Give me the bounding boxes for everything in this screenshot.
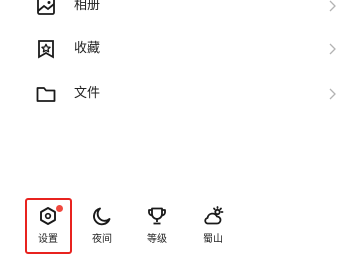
weather-label: 蜀山 — [203, 234, 223, 245]
menu-item-label: 文件 — [74, 86, 101, 101]
menu-item-files[interactable]: 文件 — [0, 76, 361, 112]
menu-item-label: 相册 — [74, 0, 101, 13]
weather-cloud-sun-icon — [202, 205, 224, 227]
night-mode-button[interactable]: 夜间 — [77, 196, 127, 254]
chevron-right-icon — [327, 87, 337, 101]
settings-page: 相册 收藏 文件 设置 夜间 等级 蜀山 — [0, 0, 361, 267]
chevron-right-icon — [327, 0, 337, 13]
trophy-icon — [146, 205, 168, 227]
settings-highlight-frame — [25, 198, 72, 254]
moon-icon — [91, 205, 113, 227]
weather-button[interactable]: 蜀山 — [188, 196, 238, 254]
notification-badge-dot — [56, 205, 63, 212]
chevron-right-icon — [327, 42, 337, 56]
menu-item-label: 收藏 — [74, 41, 101, 56]
menu-item-favorites[interactable]: 收藏 — [0, 31, 361, 67]
menu-item-album[interactable]: 相册 — [0, 0, 361, 24]
night-mode-label: 夜间 — [92, 234, 112, 245]
album-icon — [35, 0, 57, 17]
level-button[interactable]: 等级 — [132, 196, 182, 254]
favorites-star-icon — [35, 38, 57, 60]
folder-icon — [35, 83, 57, 105]
level-label: 等级 — [147, 234, 167, 245]
